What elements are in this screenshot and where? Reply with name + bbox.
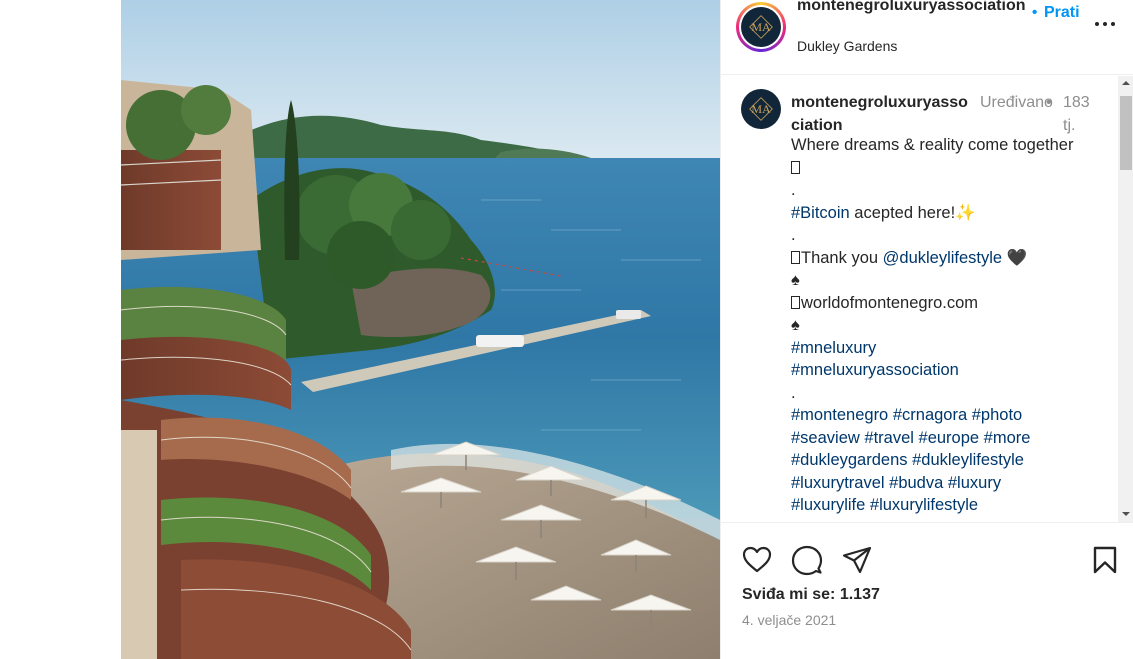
emoji-placeholder-icon <box>791 250 800 264</box>
caption-line: #Bitcoin acepted here!✨ <box>791 202 1101 225</box>
caption-line: Thank you @dukleylifestyle 🖤 <box>791 247 1101 270</box>
svg-text:MA: MA <box>751 102 771 116</box>
caption-line: . <box>791 179 1101 202</box>
avatar: MA <box>741 7 781 47</box>
mention-link[interactable]: @dukleylifestyle <box>883 249 1002 267</box>
caption-line: worldofmontenegro.com <box>791 292 1101 315</box>
hashtag-link[interactable]: #luxurylifestyle <box>870 496 978 514</box>
caption-segment: acepted here!✨ <box>849 203 976 222</box>
comment-icon[interactable] <box>791 544 823 576</box>
hashtag-link[interactable]: #dukleylifestyle <box>912 451 1024 469</box>
heart-icon[interactable] <box>741 544 773 576</box>
monogram-icon: MA <box>749 15 773 39</box>
hashtag-link[interactable]: #photo <box>972 406 1022 424</box>
hashtag-link[interactable]: #europe <box>919 429 980 447</box>
caption-line: #luxurylife #luxurylifestyle <box>791 494 1101 517</box>
caption-segment: worldofmontenegro.com <box>801 293 979 312</box>
edited-label: Uređivano <box>980 94 1053 111</box>
hashtag-link[interactable]: #dukleygardens <box>791 451 908 469</box>
post-age[interactable]: 183 tj. <box>1063 91 1103 137</box>
scrollbar-thumb[interactable] <box>1120 96 1132 170</box>
caption-line: #mneluxuryassociation <box>791 359 1101 382</box>
caption-line <box>791 157 1101 180</box>
caption-line: ♠ <box>791 314 1101 337</box>
caption-line: #mneluxury <box>791 337 1101 360</box>
action-bar <box>721 540 1133 580</box>
post-image <box>121 0 720 659</box>
svg-text:MA: MA <box>751 20 771 34</box>
hashtag-link[interactable]: #Bitcoin <box>791 204 850 222</box>
more-options-icon[interactable] <box>1093 12 1117 36</box>
post-side-panel: MA montenegroluxuryassociation • Prati D… <box>720 0 1133 659</box>
hashtag-link[interactable]: #budva <box>889 474 943 492</box>
like-count[interactable]: Sviđa mi se: 1.137 <box>742 586 880 604</box>
follow-button[interactable]: Prati <box>1044 4 1080 22</box>
caption-line: #seaview #travel #europe #more <box>791 427 1101 450</box>
caption-segment: ♠ <box>791 271 800 289</box>
post-header: MA montenegroluxuryassociation • Prati D… <box>721 0 1133 75</box>
caption-segment: . <box>791 383 796 402</box>
hashtag-link[interactable]: #luxurytravel <box>791 474 885 492</box>
caption-avatar[interactable]: MA <box>741 89 781 129</box>
caption-line: ♠ <box>791 269 1101 292</box>
caption-line: Where dreams & reality come together <box>791 134 1101 157</box>
caption-segment: 🖤 <box>1002 248 1028 267</box>
header-username[interactable]: montenegroluxuryassociation <box>797 0 1029 16</box>
hashtag-link[interactable]: #montenegro <box>791 406 888 424</box>
caption-username[interactable]: montenegroluxuryassociation <box>791 91 976 137</box>
caption-segment: Where dreams & reality come together <box>791 136 1074 154</box>
hashtag-link[interactable]: #crnagora <box>893 406 967 424</box>
bookmark-icon[interactable] <box>1089 544 1121 576</box>
caption-segment: . <box>791 181 796 199</box>
caption-text: Where dreams & reality come together. #Bi… <box>791 134 1101 517</box>
caption-line: #dukleygardens #dukleylifestyle <box>791 449 1101 472</box>
caption-line: . <box>791 224 1101 247</box>
emoji-placeholder-icon <box>791 160 800 174</box>
caption-line: #montenegro #crnagora #photo <box>791 404 1101 427</box>
follow-separator: • <box>1032 4 1038 21</box>
post-photo[interactable] <box>121 0 720 659</box>
location-link[interactable]: Dukley Gardens <box>797 38 897 54</box>
caption-segment: . <box>791 226 796 244</box>
caption-segment: Thank you <box>801 248 883 267</box>
caption-segment: ♠ <box>791 316 800 334</box>
scroll-down-arrow-icon[interactable] <box>1118 507 1133 521</box>
hashtag-link[interactable]: #mneluxury <box>791 339 876 357</box>
post-date[interactable]: 4. veljače 2021 <box>742 612 836 628</box>
meta-separator: • <box>1046 94 1052 111</box>
story-ring[interactable]: MA <box>736 2 786 52</box>
hashtag-link[interactable]: #travel <box>864 429 914 447</box>
caption-area[interactable]: MA montenegroluxuryassociation Uređivano… <box>721 76 1133 523</box>
hashtag-link[interactable]: #more <box>984 429 1031 447</box>
caption-line: . <box>791 382 1101 405</box>
caption-scrollbar[interactable] <box>1118 76 1133 522</box>
monogram-icon: MA <box>749 97 773 121</box>
caption-line: #luxurytravel #budva #luxury <box>791 472 1101 495</box>
paper-plane-icon[interactable] <box>841 544 873 576</box>
hashtag-link[interactable]: #luxurylife <box>791 496 865 514</box>
hashtag-link[interactable]: #seaview <box>791 429 860 447</box>
hashtag-link[interactable]: #luxury <box>948 474 1001 492</box>
scroll-up-arrow-icon[interactable] <box>1118 76 1133 90</box>
emoji-placeholder-icon <box>791 295 800 309</box>
hashtag-link[interactable]: #mneluxuryassociation <box>791 361 959 379</box>
